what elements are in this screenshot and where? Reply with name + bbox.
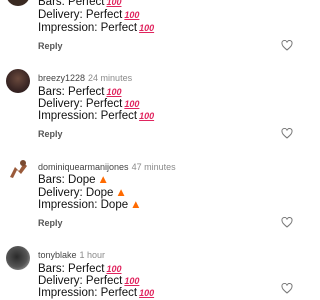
hundred-points-icon: 100	[124, 276, 140, 286]
comment-line: Impression: Dope ▲	[38, 199, 142, 211]
avatar[interactable]	[6, 69, 30, 93]
hundred-points-icon: 100	[139, 288, 155, 298]
comment-line: Impression: Perfect 100	[38, 287, 155, 299]
heart-icon[interactable]	[281, 40, 293, 51]
avatar[interactable]	[6, 0, 30, 6]
fire-icon: ▲	[115, 187, 127, 199]
hundred-points-icon: 100	[106, 0, 122, 7]
avatar[interactable]	[6, 157, 30, 181]
comment-line: Impression: Perfect 100	[38, 110, 155, 122]
comment-username[interactable]: dominiquearmanijones 47 minutes	[38, 162, 176, 172]
fire-icon: ▲	[130, 199, 142, 211]
hundred-points-icon: 100	[139, 23, 155, 33]
comment-line: Delivery: Perfect 100	[38, 9, 140, 21]
hundred-points-icon: 100	[106, 87, 122, 97]
heart-icon[interactable]	[281, 283, 293, 294]
reply-button[interactable]: Reply	[38, 218, 63, 228]
comment-line: Impression: Perfect 100	[38, 22, 155, 34]
comment-timestamp: 47 minutes	[131, 162, 176, 172]
reply-button[interactable]: Reply	[38, 129, 63, 139]
heart-icon[interactable]	[281, 128, 293, 139]
comment-line: Delivery: Perfect 100	[38, 98, 140, 110]
comment-line: Bars: Perfect 100	[38, 263, 122, 275]
comment-timestamp: 24 minutes	[88, 73, 133, 83]
hundred-points-icon: 100	[124, 10, 140, 20]
comment-timestamp: 1 hour	[79, 250, 106, 260]
comment-username[interactable]: tonyblake 1 hour	[38, 250, 105, 260]
comment-username[interactable]: breezy1228 24 minutes	[38, 73, 132, 83]
comment-line: Bars: Perfect 100	[38, 0, 122, 8]
fire-icon: ▲	[97, 174, 109, 186]
comment-line: Delivery: Dope ▲	[38, 187, 127, 199]
avatar-image	[10, 160, 27, 178]
avatar[interactable]	[6, 246, 30, 270]
comment-line: Bars: Perfect 100	[38, 86, 122, 98]
hundred-points-icon: 100	[139, 111, 155, 121]
reply-button[interactable]: Reply	[38, 41, 63, 51]
hundred-points-icon: 100	[124, 99, 140, 109]
comment-line: Delivery: Perfect 100	[38, 275, 140, 287]
comment-line: Bars: Dope ▲	[38, 174, 109, 186]
heart-icon[interactable]	[281, 217, 293, 228]
hundred-points-icon: 100	[106, 264, 122, 274]
